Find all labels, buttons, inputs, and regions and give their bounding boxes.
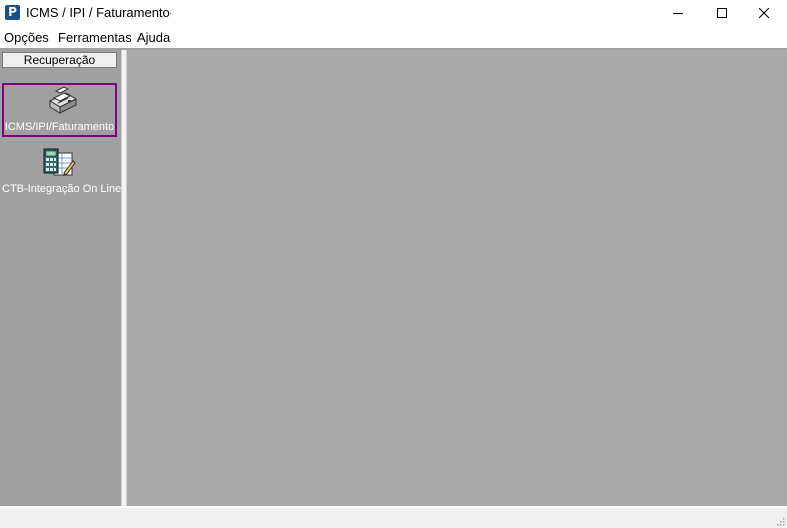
- sidebar-item-label: CTB-Integração On Line: [2, 183, 122, 195]
- printer-icon: [48, 86, 78, 114]
- menu-bar: Opções Ferramentas Ajuda: [0, 27, 787, 49]
- mdi-workspace: [127, 50, 787, 506]
- sidebar-group-button[interactable]: Recuperação: [2, 52, 117, 68]
- maximize-icon: [716, 8, 727, 18]
- window-title: ICMS / IPI / Faturamento: [26, 5, 170, 20]
- sidebar-item-label: ICMS/IPI/Faturamento: [4, 121, 115, 133]
- resize-grip-icon[interactable]: [775, 516, 785, 526]
- close-icon: [758, 8, 769, 19]
- menu-ajuda[interactable]: Ajuda: [137, 30, 170, 45]
- sidebar-item-icms[interactable]: ICMS/IPI/Faturamento: [2, 83, 117, 137]
- sidebar: Recuperação ICMS/IPI/Faturamento CTB-Int…: [0, 50, 121, 506]
- app-logo-icon[interactable]: P: [5, 5, 20, 20]
- minimize-icon: [672, 13, 683, 14]
- status-bar: [0, 506, 787, 528]
- calculator-spreadsheet-icon: [43, 148, 76, 176]
- close-button[interactable]: [741, 0, 787, 27]
- maximize-button[interactable]: [699, 0, 745, 27]
- title-bar: P ICMS / IPI / Faturamento .: [0, 0, 787, 27]
- menu-opcoes[interactable]: Opções: [4, 30, 49, 45]
- menu-ferramentas[interactable]: Ferramentas: [58, 30, 132, 45]
- window-title-suffix: .: [169, 5, 173, 17]
- sidebar-item-ctb[interactable]: CTB-Integração On Line: [2, 147, 122, 201]
- minimize-button[interactable]: [655, 0, 701, 27]
